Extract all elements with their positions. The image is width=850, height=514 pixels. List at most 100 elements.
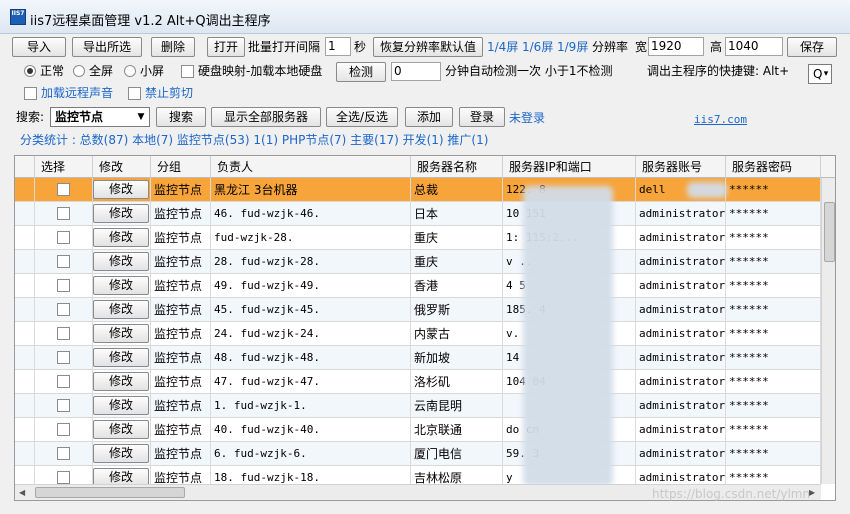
table-row[interactable]: 修改监控节点45. fud-wzjk-45.俄罗斯185. 4administr… (15, 298, 821, 322)
row-checkbox[interactable] (57, 423, 70, 436)
show-all-servers-button[interactable]: 显示全部服务器 (211, 107, 321, 127)
row-select-cell (35, 370, 93, 394)
table-row[interactable]: 修改 监控节点 1. fud-wzjk-1. 云南昆明 administrator ***… (15, 394, 821, 418)
row-owner: 47. fud-wzjk-47. (211, 370, 411, 394)
row-password: ****** (726, 394, 821, 418)
row-edit-button[interactable]: 修改 (93, 228, 149, 247)
split-1-9-link[interactable]: 1/9屏 (557, 39, 588, 55)
delete-button[interactable]: 删除 (151, 37, 195, 57)
table-row[interactable]: 修改 监控节点 49. fud-wzjk-49. 香港 4 5 administrator… (15, 274, 821, 298)
no-clipboard-label: 禁止剪切 (145, 86, 194, 100)
fullscreen-radio[interactable] (73, 65, 85, 77)
row-server-name: 北京联通 (411, 418, 503, 442)
row-checkbox[interactable] (57, 375, 70, 388)
row-edit-button[interactable]: 修改 (93, 396, 149, 415)
column-header-server-ip[interactable]: 服务器IP和端口 (503, 156, 636, 178)
split-1-6-link[interactable]: 1/6屏 (522, 39, 553, 55)
row-checkbox[interactable] (57, 351, 70, 364)
site-link[interactable]: iis7.com (694, 112, 747, 128)
row-edit-button[interactable]: 修改 (93, 204, 149, 223)
row-checkbox[interactable] (57, 399, 70, 412)
title-bar: IIS7 iis7远程桌面管理 v1.2 Alt+Q调出主程序 (0, 0, 850, 34)
column-header-select[interactable]: 选择 (35, 156, 93, 178)
row-select-cell (35, 394, 93, 418)
row-edit-button[interactable]: 修改 (93, 372, 149, 391)
width-input[interactable]: 1920 (648, 37, 704, 56)
vertical-scrollbar[interactable] (821, 178, 835, 484)
vertical-scroll-thumb[interactable] (824, 202, 835, 262)
horizontal-scroll-thumb[interactable] (35, 487, 185, 498)
row-checkbox[interactable] (57, 183, 70, 196)
smallscreen-radio[interactable] (124, 65, 136, 77)
remote-sound-checkbox[interactable] (24, 87, 37, 100)
row-edit-button[interactable]: 修改 (93, 180, 149, 199)
row-checkbox[interactable] (57, 471, 70, 484)
row-checkbox[interactable] (57, 327, 70, 340)
no-clipboard-checkbox[interactable] (128, 87, 141, 100)
row-server-name: 厦门电信 (411, 442, 503, 466)
row-indicator (15, 298, 35, 322)
disk-map-checkbox[interactable] (181, 65, 194, 78)
seconds-label: 秒 (354, 40, 367, 54)
column-header-owner[interactable]: 负责人 (211, 156, 411, 178)
column-header-group[interactable]: 分组 (151, 156, 211, 178)
table-row[interactable]: 修改 监控节点 28. fud-wzjk-28. 重庆 v .. administrato… (15, 250, 821, 274)
row-edit-button[interactable]: 修改 (93, 324, 149, 343)
row-checkbox[interactable] (57, 255, 70, 268)
row-edit-button[interactable]: 修改 (93, 348, 149, 367)
restore-resolution-button[interactable]: 恢复分辨率默认值 (373, 37, 483, 57)
group-select[interactable]: 监控节点 ▼ (50, 107, 150, 127)
column-header-edit[interactable]: 修改 (93, 156, 151, 178)
table-row[interactable]: 修改监控节点46. fud-wzjk-46.日本10 151administra… (15, 202, 821, 226)
row-password: ****** (726, 226, 821, 250)
add-button[interactable]: 添加 (405, 107, 453, 127)
row-indicator (15, 322, 35, 346)
row-checkbox[interactable] (57, 303, 70, 316)
interval-input[interactable]: 1 (325, 37, 351, 56)
row-edit-button[interactable]: 修改 (93, 252, 149, 271)
table-row[interactable]: 修改 监控节点 24. fud-wzjk-24. 内蒙古 v. administrator… (15, 322, 821, 346)
row-select-cell (35, 226, 93, 250)
column-header-password[interactable]: 服务器密码 (726, 156, 821, 178)
row-checkbox[interactable] (57, 207, 70, 220)
row-edit-button[interactable]: 修改 (93, 276, 149, 295)
row-edit-button[interactable]: 修改 (93, 300, 149, 319)
row-group: 监控节点 (151, 370, 211, 394)
row-owner: 40. fud-wzjk-40. (211, 418, 411, 442)
row-select-cell (35, 418, 93, 442)
search-button[interactable]: 搜索 (156, 107, 206, 127)
row-checkbox[interactable] (57, 231, 70, 244)
row-checkbox[interactable] (57, 279, 70, 292)
category-stats[interactable]: 分类统计 : 总数(87) 本地(7) 监控节点(53) 1(1) PHP节点(… (20, 131, 488, 148)
split-1-4-link[interactable]: 1/4屏 (487, 39, 518, 55)
hotkey-select[interactable]: Q ▾ (808, 64, 832, 84)
main-client-area: 导入 导出所选 删除 打开 批量打开间隔 1 秒 恢复分辨率默认值 1/4屏 1… (0, 34, 850, 514)
table-row[interactable]: 修改监控节点47. fud-wzjk-47.洛杉矶104 04administr… (15, 370, 821, 394)
export-selected-button[interactable]: 导出所选 (72, 37, 142, 57)
row-account: administrator (636, 202, 726, 226)
detect-button[interactable]: 检测 (336, 62, 386, 82)
normal-radio[interactable] (24, 65, 36, 77)
height-input[interactable]: 1040 (725, 37, 783, 56)
table-row[interactable]: 修改 监控节点 48. fud-wzjk-48. 新加坡 14 administrator… (15, 346, 821, 370)
import-button[interactable]: 导入 (12, 37, 66, 57)
row-checkbox[interactable] (57, 447, 70, 460)
row-edit-button[interactable]: 修改 (93, 444, 149, 463)
scroll-left-icon[interactable]: ◀ (19, 488, 25, 497)
table-row[interactable]: 修改监控节点fud-wzjk-28.重庆1: 115:2...administr… (15, 226, 821, 250)
detect-interval-input[interactable]: 0 (391, 62, 441, 81)
save-button[interactable]: 保存 (787, 37, 837, 57)
row-edit-button[interactable]: 修改 (93, 420, 149, 439)
resolution-label: 分辨率 (592, 40, 629, 54)
column-header-account[interactable]: 服务器账号 (636, 156, 726, 178)
open-button[interactable]: 打开 (207, 37, 245, 57)
row-account: administrator (636, 370, 726, 394)
column-header-server-name[interactable]: 服务器名称 (411, 156, 503, 178)
table-row[interactable]: 修改监控节点6. fud-wzjk-6.厦门电信59. 3administrat… (15, 442, 821, 466)
login-button[interactable]: 登录 (459, 107, 505, 127)
row-owner: 6. fud-wzjk-6. (211, 442, 411, 466)
table-row[interactable]: 修改监控节点40. fud-wzjk-40.北京联通 do cnadminist… (15, 418, 821, 442)
select-all-button[interactable]: 全选/反选 (326, 107, 398, 127)
row-select-cell (35, 250, 93, 274)
row-password: ****** (726, 370, 821, 394)
